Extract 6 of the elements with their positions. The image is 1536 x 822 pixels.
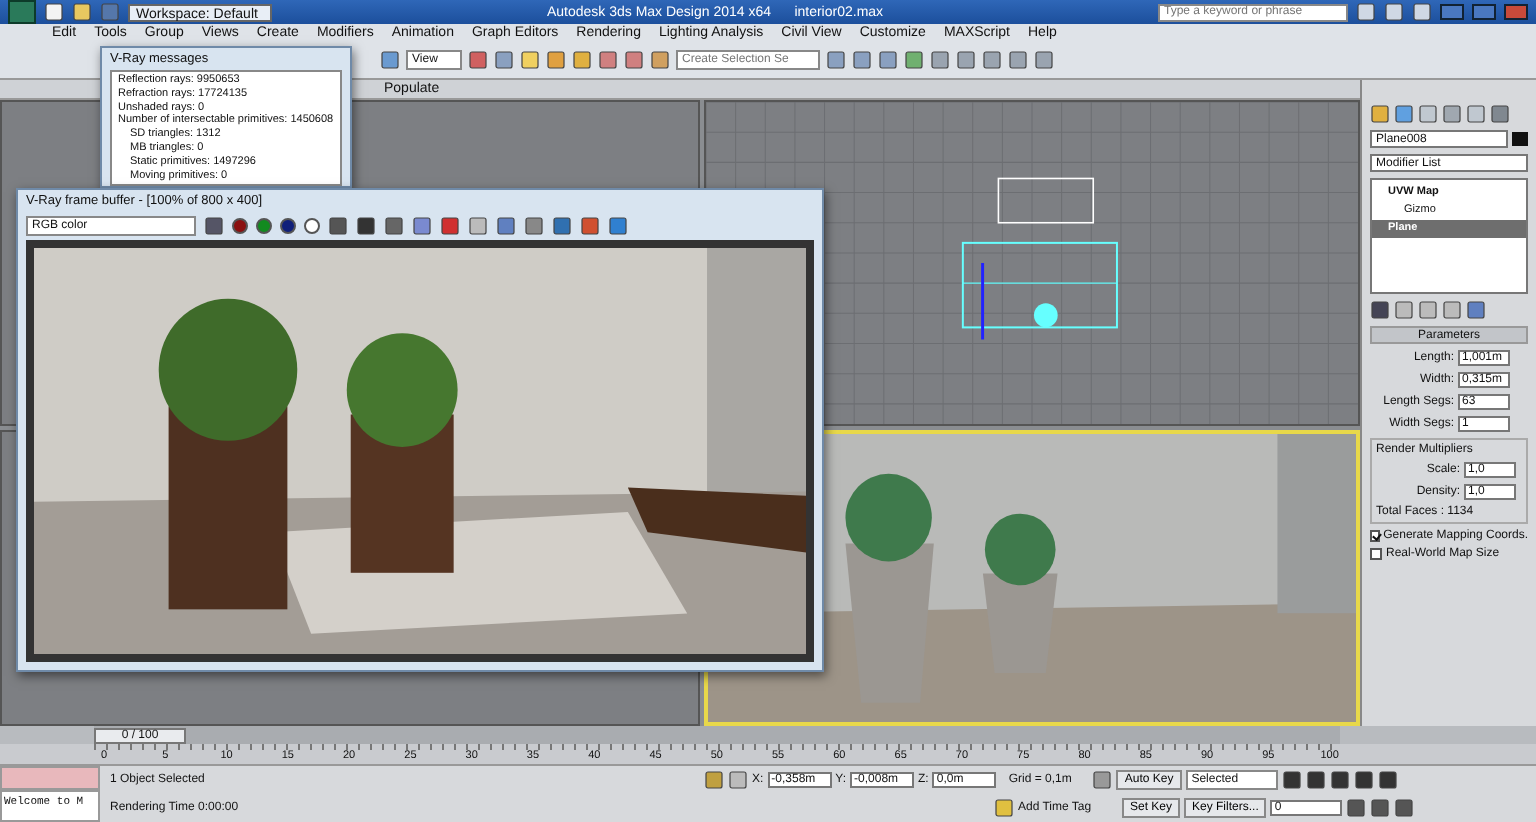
maximize-button[interactable] xyxy=(1472,4,1496,20)
minimize-button[interactable] xyxy=(1440,4,1464,20)
object-color-swatch[interactable] xyxy=(1512,132,1528,146)
close-button[interactable] xyxy=(1504,4,1528,20)
checkbox[interactable] xyxy=(1370,530,1380,542)
checkbox[interactable] xyxy=(1370,548,1382,560)
